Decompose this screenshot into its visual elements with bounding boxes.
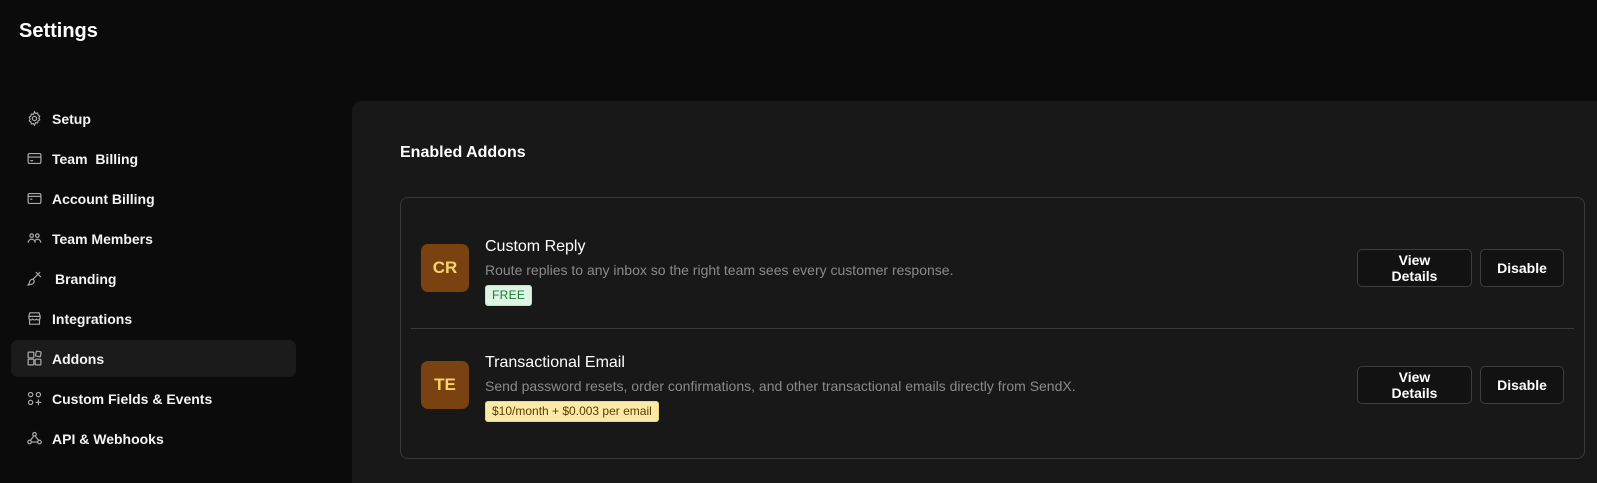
settings-sidebar: Setup Team Billing Account Billing Team …: [11, 100, 296, 460]
addon-name: Custom Reply: [485, 238, 586, 255]
sidebar-item-account-billing[interactable]: Account Billing: [11, 180, 296, 217]
sidebar-item-setup[interactable]: Setup: [11, 100, 296, 137]
sidebar-item-label: Team Billing: [52, 150, 139, 167]
sidebar-item-label: Addons: [52, 350, 105, 367]
users-icon: [26, 230, 43, 247]
sidebar-item-label: Branding: [55, 270, 117, 287]
sidebar-item-label: API & Webhooks: [52, 430, 164, 447]
sidebar-item-team-members[interactable]: Team Members: [11, 220, 296, 257]
store-icon: [26, 310, 43, 327]
gear-icon: [26, 110, 43, 127]
price-badge: $10/month + $0.003 per email: [485, 401, 659, 422]
blocks-icon: [26, 350, 43, 367]
addon-avatar: TE: [421, 361, 469, 409]
addon-row-transactional-email: TE Transactional Email Send password res…: [401, 328, 1584, 453]
disable-button[interactable]: Disable: [1480, 366, 1564, 404]
sidebar-item-team-billing[interactable]: Team Billing: [11, 140, 296, 177]
addon-avatar: CR: [421, 244, 469, 292]
addon-row-custom-reply: CR Custom Reply Route replies to any inb…: [401, 198, 1584, 323]
view-details-button[interactable]: View Details: [1357, 366, 1472, 404]
grid-plus-icon: [26, 390, 43, 407]
sidebar-item-label: Custom Fields & Events: [52, 390, 213, 407]
sidebar-item-api-webhooks[interactable]: API & Webhooks: [11, 420, 296, 457]
addon-name: Transactional Email: [485, 354, 625, 371]
brush-icon: [26, 270, 43, 287]
page-title: Settings: [19, 20, 98, 42]
disable-button[interactable]: Disable: [1480, 249, 1564, 287]
addon-info: Custom Reply Route replies to any inbox …: [485, 237, 953, 306]
sidebar-item-label: Setup: [52, 110, 91, 127]
webhook-icon: [26, 430, 43, 447]
addon-info: Transactional Email Send password resets…: [485, 353, 1076, 422]
sidebar-item-label: Account Billing: [52, 190, 155, 207]
addon-description: Send password resets, order confirmation…: [485, 378, 1076, 394]
addons-card: CR Custom Reply Route replies to any inb…: [400, 197, 1585, 459]
main-panel: Enabled Addons CR Custom Reply Route rep…: [352, 101, 1597, 483]
section-title: Enabled Addons: [400, 144, 526, 161]
sidebar-item-label: Integrations: [52, 310, 133, 327]
sidebar-item-label: Team Members: [52, 230, 153, 247]
addon-actions: View Details Disable: [1357, 366, 1564, 404]
view-details-button[interactable]: View Details: [1357, 249, 1472, 287]
price-badge: FREE: [485, 285, 533, 306]
addon-actions: View Details Disable: [1357, 249, 1564, 287]
sidebar-item-custom-fields-events[interactable]: Custom Fields & Events: [11, 380, 296, 417]
sidebar-item-branding[interactable]: Branding: [11, 260, 296, 297]
addon-description: Route replies to any inbox so the right …: [485, 262, 954, 278]
credit-card-icon: [26, 150, 43, 167]
sidebar-item-addons[interactable]: Addons: [11, 340, 296, 377]
sidebar-item-integrations[interactable]: Integrations: [11, 300, 296, 337]
card-icon: [26, 190, 43, 207]
